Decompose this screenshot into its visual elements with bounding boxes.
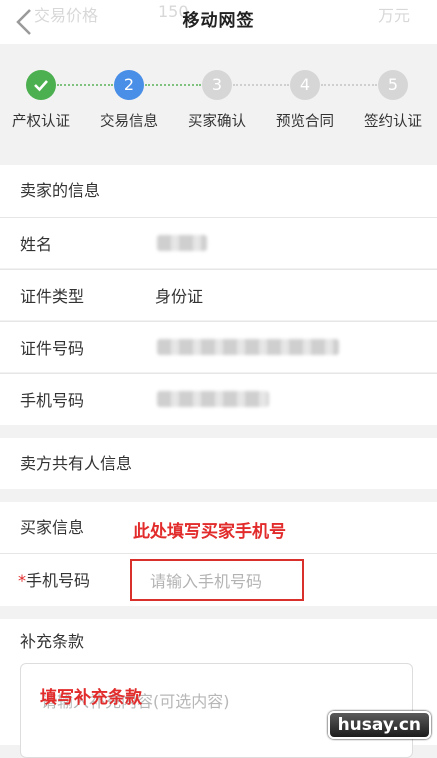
- step-label-1: 产权认证: [12, 114, 70, 130]
- redacted-id-number: [157, 339, 339, 355]
- seller-name-row: 姓名: [0, 217, 437, 268]
- buyer-phone-label: 手机号码: [26, 571, 91, 590]
- step-connector: [233, 84, 289, 86]
- progress-steps: 2 3 4 5 产权认证 交易信息 买家确认 预览合同 签约认证: [0, 44, 437, 165]
- seller-section-title: 卖家的信息: [0, 165, 437, 217]
- buyer-phone-input[interactable]: [148, 567, 302, 595]
- co-owner-section[interactable]: 卖方共有人信息: [0, 438, 437, 489]
- step-circle-5: 5: [378, 70, 408, 100]
- step-circle-3: 3: [202, 70, 232, 100]
- required-mark: *: [18, 571, 26, 590]
- step-label-3: 买家确认: [188, 114, 246, 130]
- step-circle-4: 4: [290, 70, 320, 100]
- step-circle-2: 2: [114, 70, 144, 100]
- step-connector: [57, 84, 113, 86]
- redacted-name: [157, 235, 207, 251]
- supplement-annotation: 填写补充条款: [40, 688, 142, 708]
- step-connector: [321, 84, 377, 86]
- page-title: 移动网签: [182, 11, 255, 31]
- supplement-section-title: 补充条款: [20, 632, 85, 651]
- nav-bar: 交易价格 150 万元 移动网签: [0, 0, 437, 44]
- step-label-5: 签约认证: [364, 114, 422, 130]
- step-label-2: 交易信息: [100, 114, 158, 130]
- seller-id-number-label: 证件号码: [20, 339, 85, 358]
- redacted-phone: [157, 391, 269, 407]
- seller-id-type-value: 身份证: [155, 287, 204, 306]
- seller-id-type-label: 证件类型: [20, 287, 85, 306]
- seller-name-label: 姓名: [20, 235, 53, 254]
- seller-phone-label: 手机号码: [20, 391, 85, 410]
- seller-id-type-row: 证件类型 身份证: [0, 269, 437, 320]
- step-connector: [145, 84, 201, 86]
- step-label-4: 预览合同: [276, 114, 334, 130]
- seller-phone-row: 手机号码: [0, 373, 437, 425]
- step-done-check-icon: [26, 70, 56, 100]
- buyer-phone-label-wrap: *手机号码: [18, 567, 90, 591]
- buyer-phone-annotation: 此处填写买家手机号: [133, 522, 286, 542]
- watermark-logo: husay.cn: [327, 711, 431, 739]
- seller-id-number-row: 证件号码: [0, 321, 437, 372]
